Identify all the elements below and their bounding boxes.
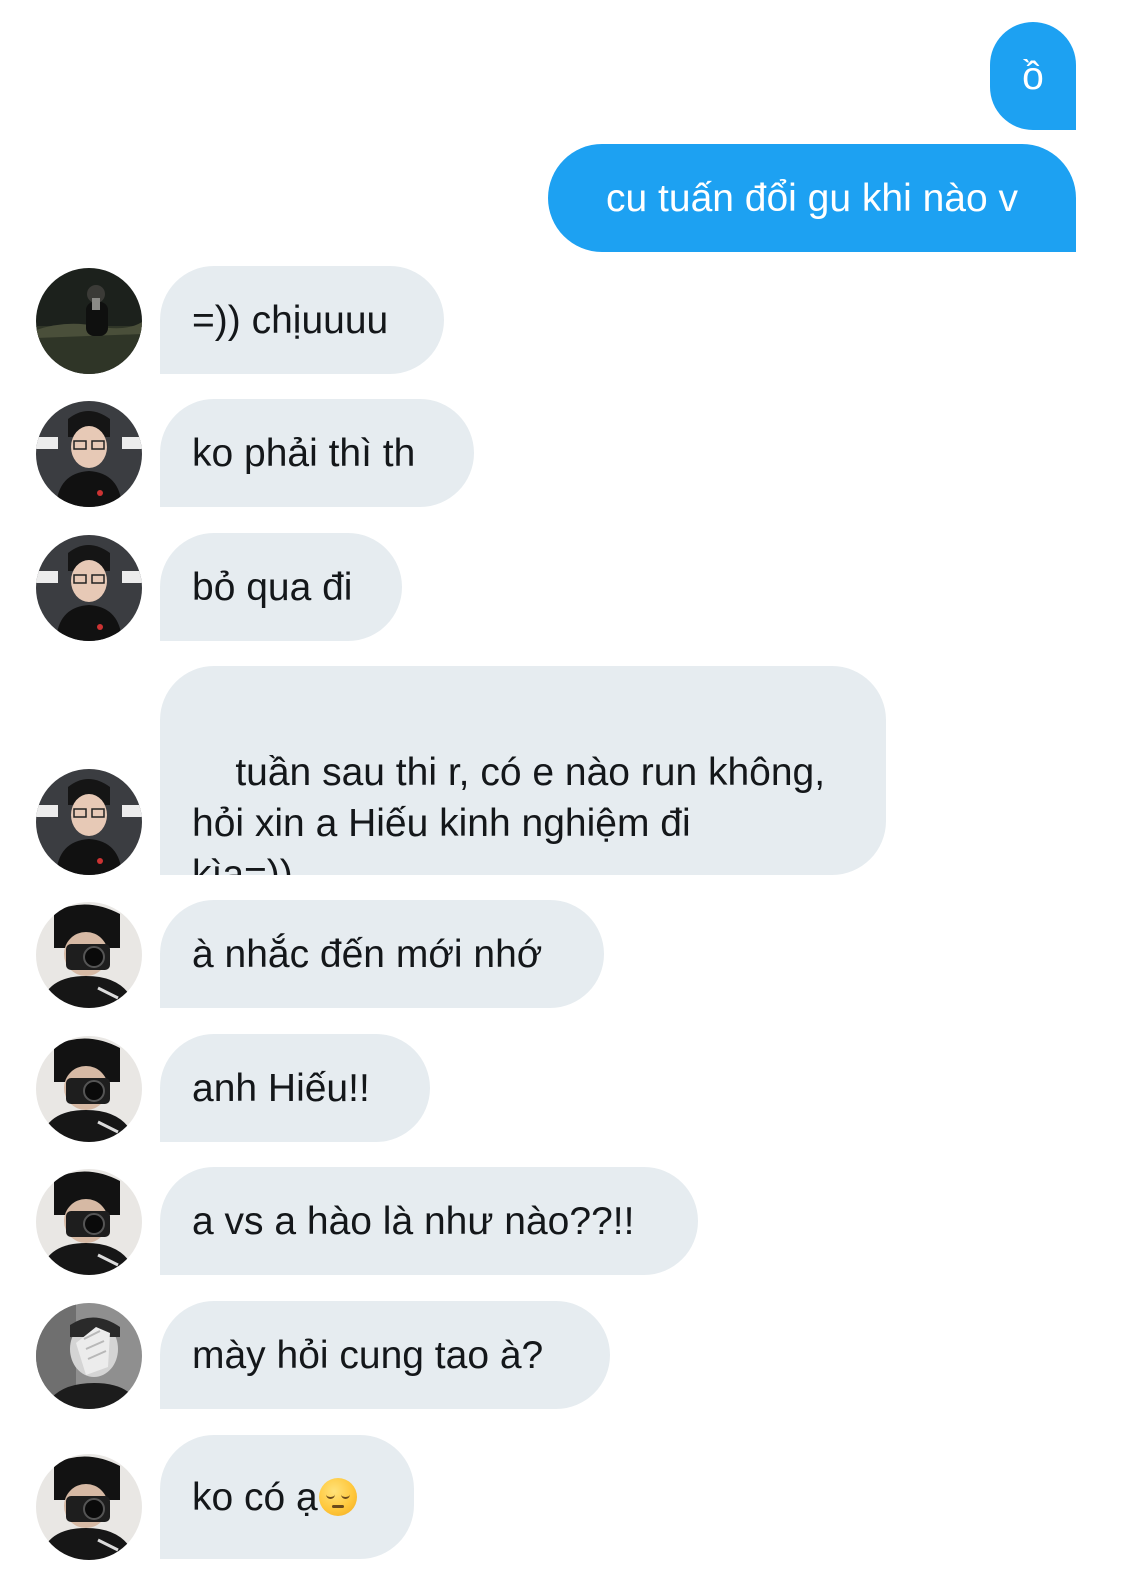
message-text: a vs a hào là như nào??!! [192,1199,635,1243]
avatar-hand-face[interactable] [36,1303,142,1409]
message-bubble-incoming[interactable]: tuần sau thi r, có e nào run không, hỏi … [160,666,886,875]
avatar-smiling-glasses[interactable] [36,535,142,641]
conversation: ồ cu tuấn đổi gu khi nào v =)) chịuuuu k… [0,0,1125,1586]
message-text: =)) chịuuuu [192,298,389,342]
message-bubble-incoming[interactable]: mày hỏi cung tao à? [160,1301,610,1409]
message-bubble-incoming[interactable]: ko phải thì th [160,399,474,507]
message-bubble-outgoing[interactable]: ồ [990,22,1076,130]
pensive-face-emoji [318,1478,357,1516]
message-text: bỏ qua đi [192,565,353,609]
avatar-camera[interactable] [36,1036,142,1142]
avatar-smiling-glasses[interactable] [36,769,142,875]
message-text: ko phải thì th [192,431,416,475]
message-text: ồ [1022,54,1044,98]
avatar-night-photo[interactable] [36,268,142,374]
message-bubble-incoming[interactable]: ko có ạ [160,1435,414,1559]
avatar-camera[interactable] [36,902,142,1008]
message-text: cu tuấn đổi gu khi nào v [606,176,1018,220]
message-text: ko có ạ [192,1475,318,1519]
message-text: à nhắc đến mới nhớ [192,932,543,976]
message-bubble-incoming[interactable]: à nhắc đến mới nhớ [160,900,604,1008]
message-bubble-incoming[interactable]: anh Hiếu!! [160,1034,430,1142]
avatar-camera[interactable] [36,1454,142,1560]
message-bubble-outgoing[interactable]: cu tuấn đổi gu khi nào v [548,144,1076,252]
message-text: mày hỏi cung tao à? [192,1333,544,1377]
message-text: anh Hiếu!! [192,1066,370,1110]
message-bubble-incoming[interactable]: =)) chịuuuu [160,266,444,374]
message-bubble-incoming[interactable]: bỏ qua đi [160,533,402,641]
avatar-camera[interactable] [36,1169,142,1275]
avatar-smiling-glasses[interactable] [36,401,142,507]
message-bubble-incoming[interactable]: a vs a hào là như nào??!! [160,1167,698,1275]
message-text: tuần sau thi r, có e nào run không, hỏi … [192,751,826,875]
